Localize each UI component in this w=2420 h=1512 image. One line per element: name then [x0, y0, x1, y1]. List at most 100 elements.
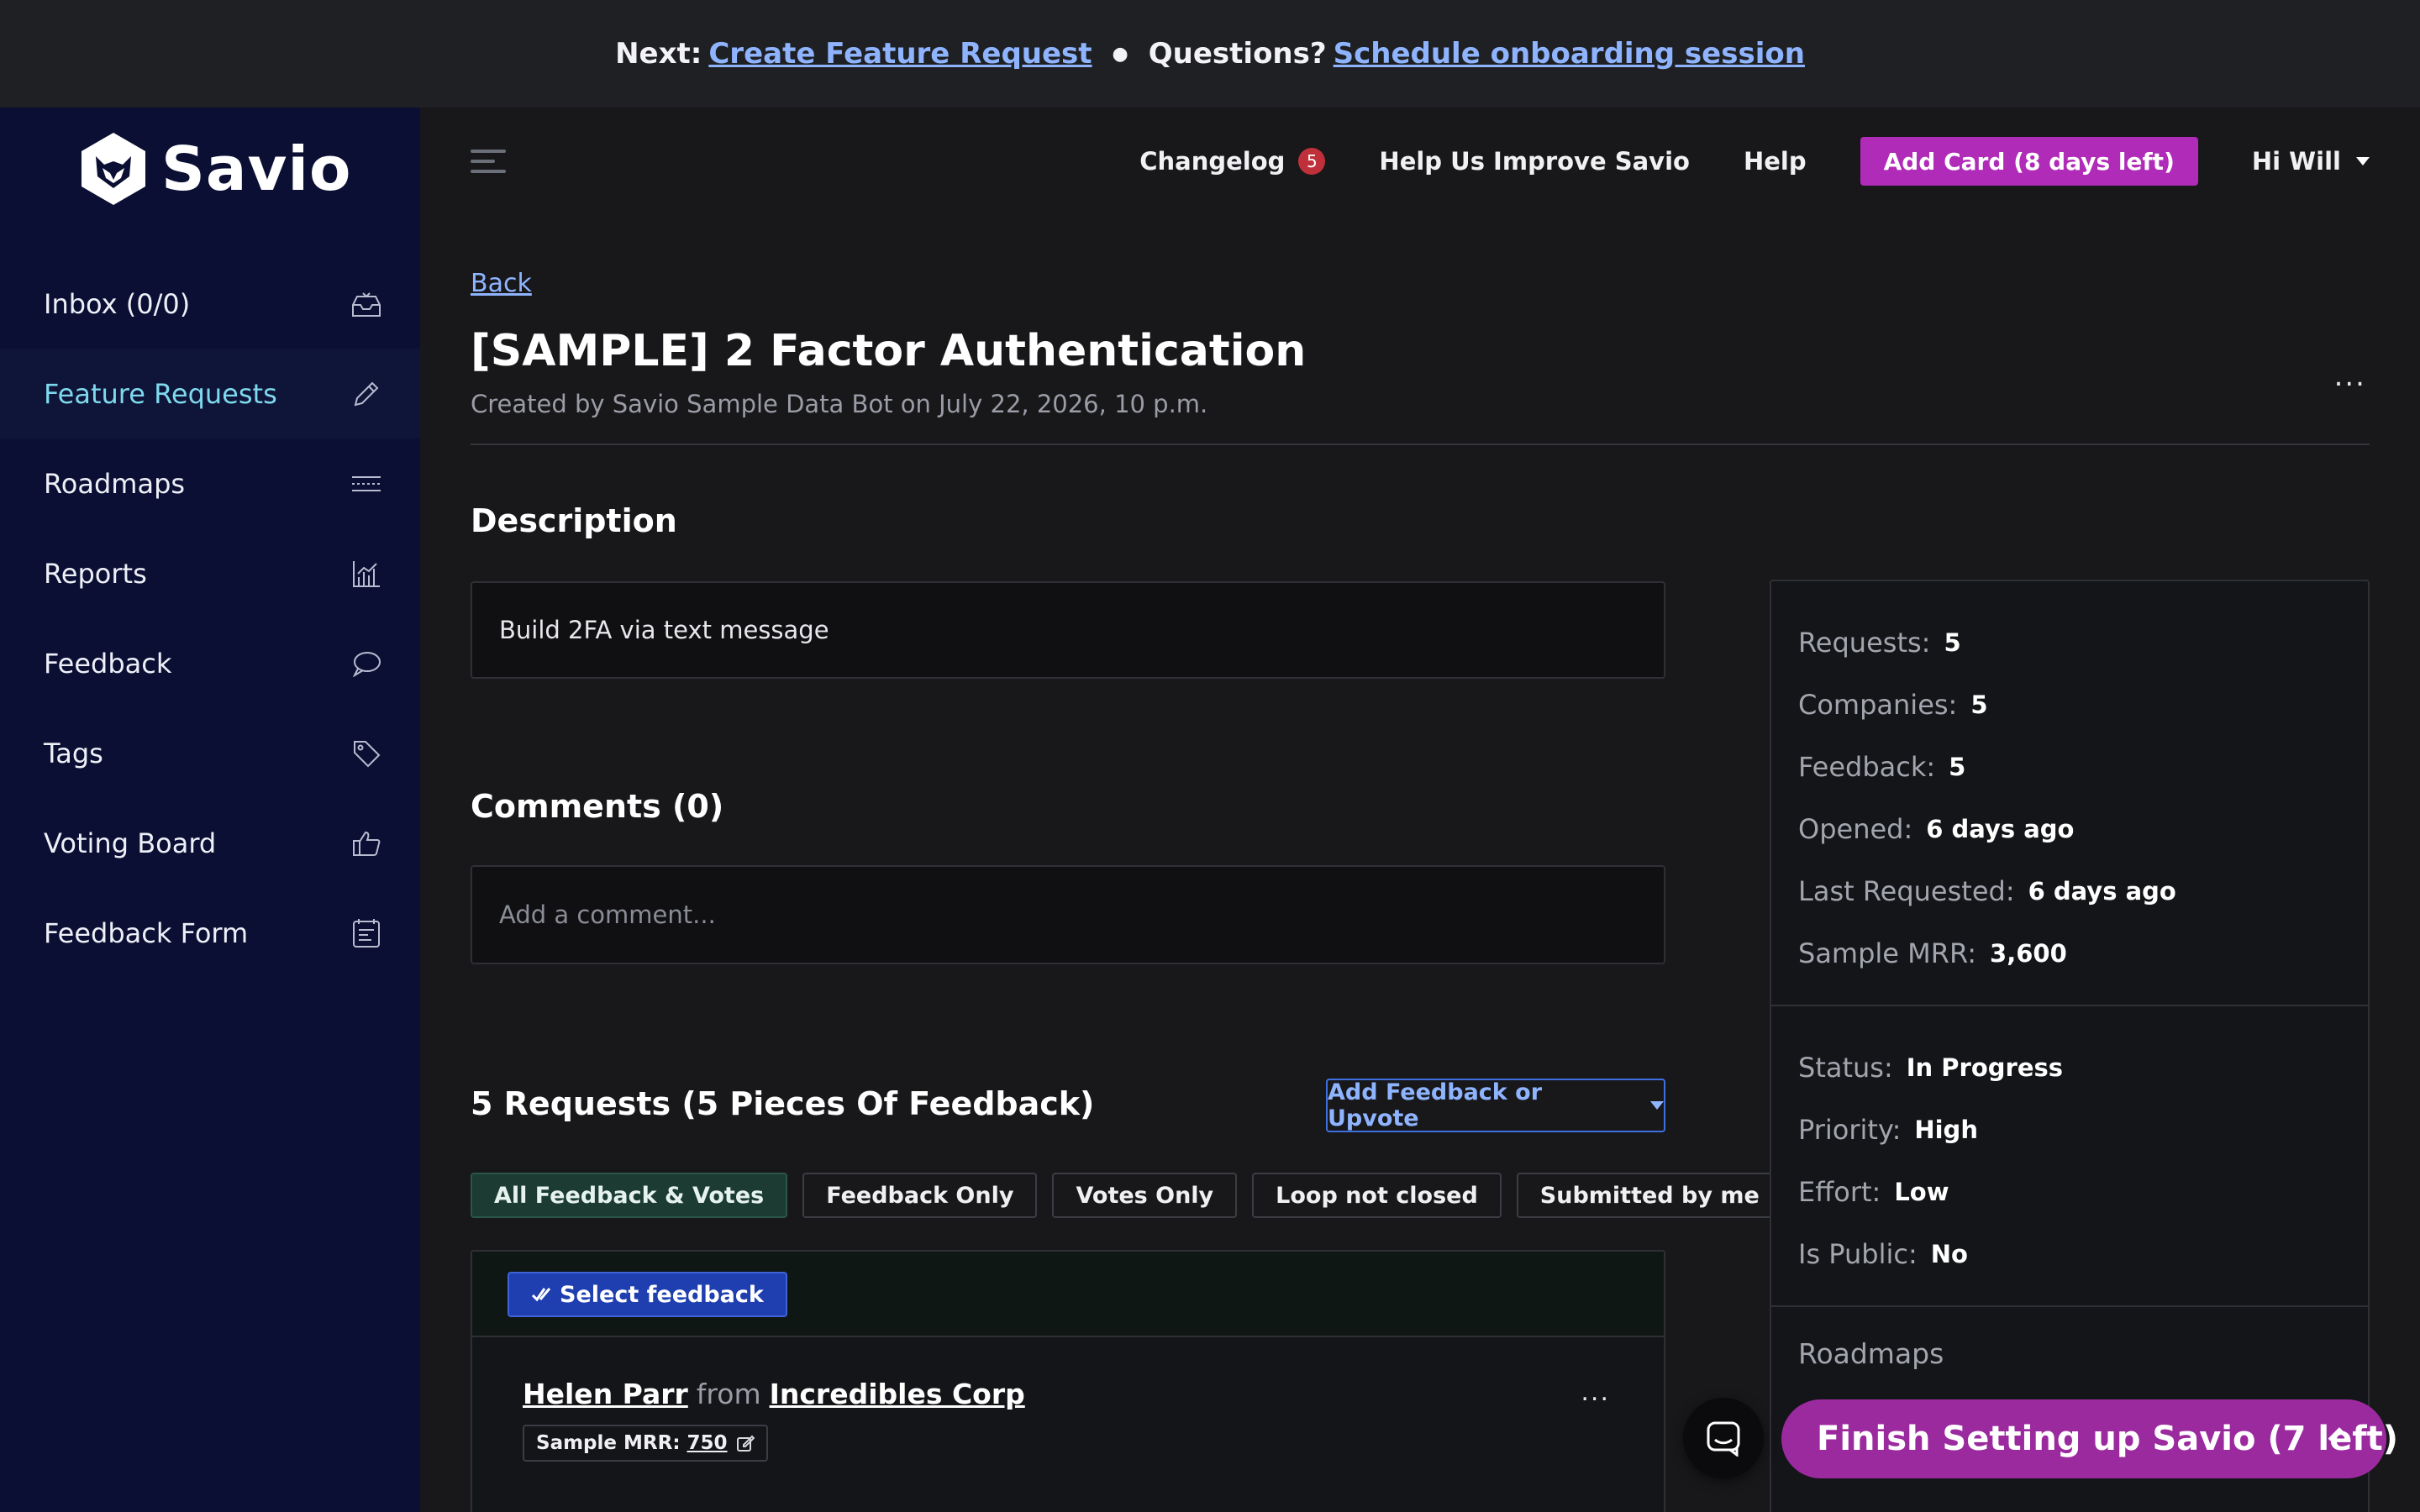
- top-header: Changelog 5 Help Us Improve Savio Help A…: [420, 108, 2420, 217]
- chat-bubble-icon: [350, 647, 383, 680]
- schedule-onboarding-link[interactable]: Schedule onboarding session: [1334, 37, 1805, 71]
- sidebar-item-label: Feedback: [44, 647, 172, 680]
- chevron-down-icon: [1650, 1101, 1664, 1110]
- sidebar-item-label: Inbox (0/0): [44, 287, 191, 320]
- finish-setup-button[interactable]: Finish Setting up Savio (7 left): [1781, 1399, 2398, 1478]
- chevron-down-icon: [2356, 157, 2370, 165]
- feedback-more-icon[interactable]: ...: [1581, 1378, 1610, 1407]
- mrr-value-link[interactable]: 750: [687, 1432, 728, 1454]
- feedback-company-link[interactable]: Incredibles Corp: [770, 1378, 1025, 1410]
- chevron-up-icon: [2328, 1427, 2351, 1441]
- stat-requests: Requests: 5: [1798, 627, 1961, 659]
- feedback-filters: All Feedback & Votes Feedback Only Votes…: [471, 1173, 1798, 1218]
- description-box[interactable]: Build 2FA via text message: [471, 581, 1665, 679]
- sidebar-item-tags[interactable]: Tags: [0, 708, 420, 798]
- stat-status[interactable]: Status: In Progress: [1798, 1037, 2341, 1099]
- separator-dot: ●: [1112, 43, 1128, 65]
- brand-name: Savio: [161, 134, 352, 204]
- stats-section: Requests: 5 Companies: 5 Feedback: 5 Opened…: [1771, 581, 2368, 1006]
- back-link[interactable]: Back: [471, 269, 532, 298]
- savio-logo[interactable]: Savio: [79, 123, 352, 215]
- sidebar-item-feedback[interactable]: Feedback: [0, 618, 420, 708]
- feedback-list-header: Select feedback: [472, 1252, 1664, 1337]
- stat-feedback: Feedback: 5: [1798, 751, 1966, 783]
- stat-opened: Opened: 6 days ago: [1798, 813, 2075, 845]
- chat-launcher-button[interactable]: [1683, 1398, 1764, 1478]
- created-by-text: Created by Savio Sample Data Bot on July…: [471, 390, 1208, 418]
- description-heading: Description: [471, 502, 677, 539]
- sidebar-item-reports[interactable]: Reports: [0, 528, 420, 618]
- stat-effort[interactable]: Effort: Low: [1798, 1161, 2341, 1223]
- feature-stats-panel: Requests: 5 Companies: 5 Feedback: 5 Opened…: [1770, 580, 2370, 1512]
- select-feedback-label: Select feedback: [560, 1281, 764, 1308]
- sidebar-nav: Inbox (0/0) Feature Requests Roadmaps Re…: [0, 259, 420, 978]
- title-divider: [471, 444, 2370, 445]
- stat-priority[interactable]: Priority: High: [1798, 1099, 2341, 1161]
- sidebar-item-label: Roadmaps: [44, 467, 186, 500]
- feedback-person-link[interactable]: Helen Parr: [523, 1378, 688, 1410]
- sidebar-item-label: Voting Board: [44, 827, 217, 859]
- filter-votes-only[interactable]: Votes Only: [1052, 1173, 1238, 1218]
- sidebar-item-voting-board[interactable]: Voting Board: [0, 798, 420, 888]
- tag-icon: [350, 737, 383, 770]
- changelog-link[interactable]: Changelog 5: [1139, 147, 1326, 176]
- sidebar-item-roadmaps[interactable]: Roadmaps: [0, 438, 420, 528]
- add-feedback-or-upvote-button[interactable]: Add Feedback or Upvote: [1326, 1079, 1665, 1132]
- help-link[interactable]: Help: [1744, 147, 1807, 176]
- add-feedback-label: Add Feedback or Upvote: [1328, 1079, 1543, 1131]
- stat-sample-mrr: Sample MRR: 3,600: [1798, 937, 2067, 969]
- edit-icon[interactable]: [736, 1434, 755, 1452]
- sidebar-item-label: Tags: [44, 737, 103, 769]
- from-text: from: [696, 1378, 761, 1410]
- feedback-list: Select feedback Helen Parr from Incredible…: [471, 1250, 1665, 1512]
- stat-companies: Companies: 5: [1798, 689, 1988, 721]
- filter-loop-not-closed[interactable]: Loop not closed: [1252, 1173, 1502, 1218]
- next-label: Next:: [615, 37, 702, 71]
- add-card-button[interactable]: Add Card (8 days left): [1860, 137, 2198, 186]
- more-options-icon[interactable]: ...: [2334, 360, 2366, 393]
- changelog-count-badge: 5: [1298, 148, 1326, 175]
- stat-last-requested: Last Requested: 6 days ago: [1798, 875, 2176, 907]
- list-item: Helen Parr from Incredibles Corp: [523, 1378, 1025, 1410]
- double-check-icon: [531, 1288, 551, 1302]
- thumbs-up-icon: [350, 827, 383, 860]
- changelog-label: Changelog: [1139, 147, 1286, 176]
- inbox-icon: [350, 287, 383, 321]
- sidebar-item-feature-requests[interactable]: Feature Requests: [0, 349, 420, 438]
- sidebar-item-feedback-form[interactable]: Feedback Form: [0, 888, 420, 978]
- comment-placeholder: Add a comment...: [499, 900, 716, 929]
- sidebar-item-label: Feature Requests: [44, 377, 277, 410]
- filter-submitted-by-me[interactable]: Submitted by me: [1516, 1173, 1783, 1218]
- roadmaps-section-label: Roadmaps: [1798, 1337, 1944, 1370]
- sidebar: Savio Inbox (0/0) Feature Requests Roadm…: [0, 108, 420, 1512]
- sidebar-item-label: Reports: [44, 557, 147, 590]
- menu-toggle-icon[interactable]: [471, 150, 506, 175]
- status-section: Status: In Progress Priority: High Effort:…: [1771, 1006, 2368, 1307]
- roadmap-icon: [350, 467, 383, 501]
- fox-logo-icon: [82, 133, 145, 205]
- comment-input[interactable]: Add a comment...: [471, 865, 1665, 964]
- user-menu[interactable]: Hi Will: [2252, 147, 2370, 176]
- create-feature-request-link[interactable]: Create Feature Request: [708, 37, 1092, 71]
- chat-icon: [1707, 1421, 1740, 1457]
- form-icon: [350, 916, 383, 950]
- filter-all-feedback-votes[interactable]: All Feedback & Votes: [471, 1173, 788, 1218]
- filter-feedback-only[interactable]: Feedback Only: [802, 1173, 1038, 1218]
- header-links: Changelog 5 Help Us Improve Savio Help A…: [1086, 136, 2370, 186]
- select-feedback-button[interactable]: Select feedback: [508, 1272, 787, 1317]
- pencil-icon: [350, 377, 383, 411]
- finish-setup-label: Finish Setting up Savio (7 left): [1817, 1420, 2399, 1458]
- mrr-tag: Sample MRR: 750: [523, 1425, 768, 1462]
- requests-heading: 5 Requests (5 Pieces Of Feedback): [471, 1085, 1095, 1122]
- sidebar-item-inbox[interactable]: Inbox (0/0): [0, 259, 420, 349]
- mrr-label: Sample MRR:: [536, 1432, 681, 1454]
- stat-is-public[interactable]: Is Public: No: [1798, 1223, 2341, 1285]
- description-text: Build 2FA via text message: [499, 616, 829, 644]
- comments-heading: Comments (0): [471, 788, 724, 825]
- page-title: [SAMPLE] 2 Factor Authentication: [471, 326, 1307, 376]
- user-greeting: Hi Will: [2251, 147, 2341, 176]
- help-us-improve-link[interactable]: Help Us Improve Savio: [1379, 147, 1690, 176]
- chart-icon: [350, 557, 383, 591]
- questions-label: Questions?: [1148, 37, 1327, 71]
- sidebar-item-label: Feedback Form: [44, 916, 249, 949]
